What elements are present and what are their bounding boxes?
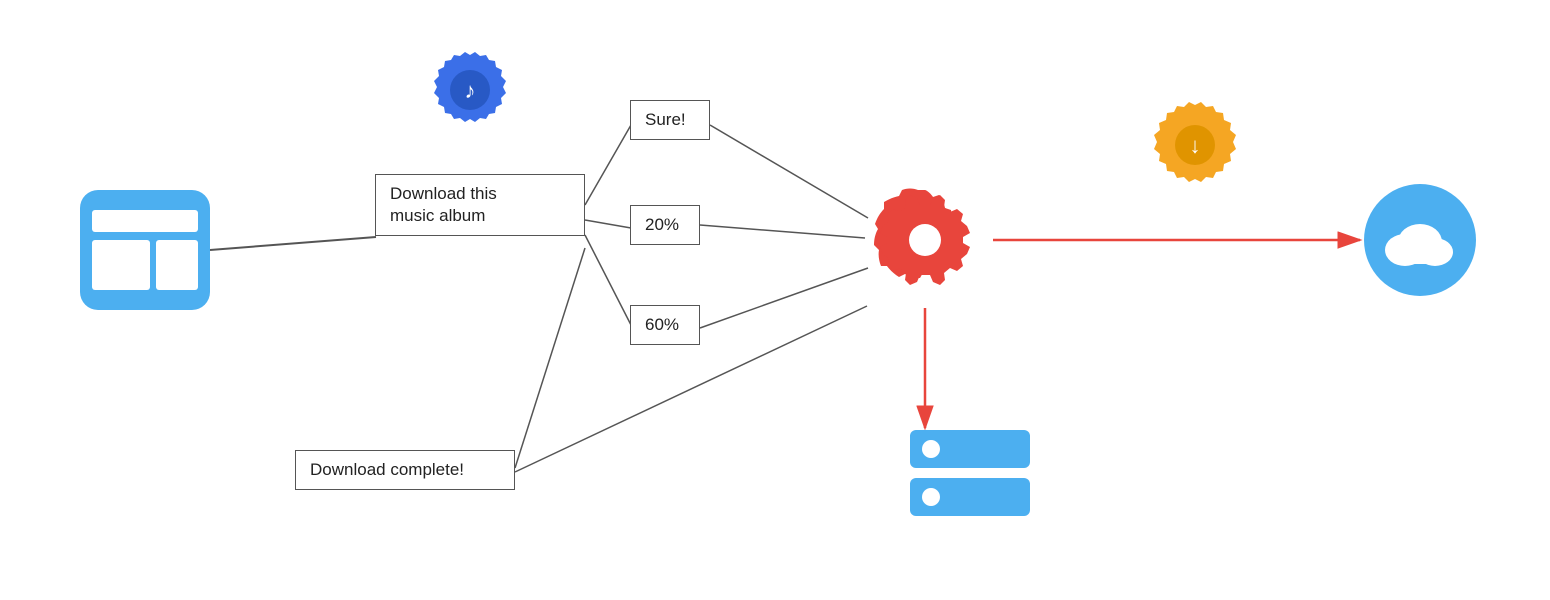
svg-text:↓: ↓	[1190, 133, 1201, 158]
download-badge-icon: ↓	[1150, 100, 1240, 190]
database-container	[910, 430, 1030, 516]
db-dot-1	[922, 440, 940, 458]
sure-label: Sure!	[630, 100, 710, 140]
database-item-2	[910, 478, 1030, 516]
gear-processing-icon	[860, 175, 990, 305]
sixty-percent-label: 60%	[630, 305, 700, 345]
diagram-container: ♪ Download thismusic album Sure! 20% 60%…	[0, 0, 1550, 600]
download-music-label: Download thismusic album	[375, 174, 585, 236]
cloud-storage-icon	[1360, 180, 1480, 300]
database-item-1	[910, 430, 1030, 468]
twenty-percent-label: 20%	[630, 205, 700, 245]
db-dot-2	[922, 488, 940, 506]
browser-app-icon	[80, 190, 210, 310]
diagram-arrows	[0, 0, 1550, 600]
download-complete-label: Download complete!	[295, 450, 515, 490]
music-badge-icon: ♪	[430, 50, 510, 130]
svg-text:♪: ♪	[465, 78, 476, 103]
